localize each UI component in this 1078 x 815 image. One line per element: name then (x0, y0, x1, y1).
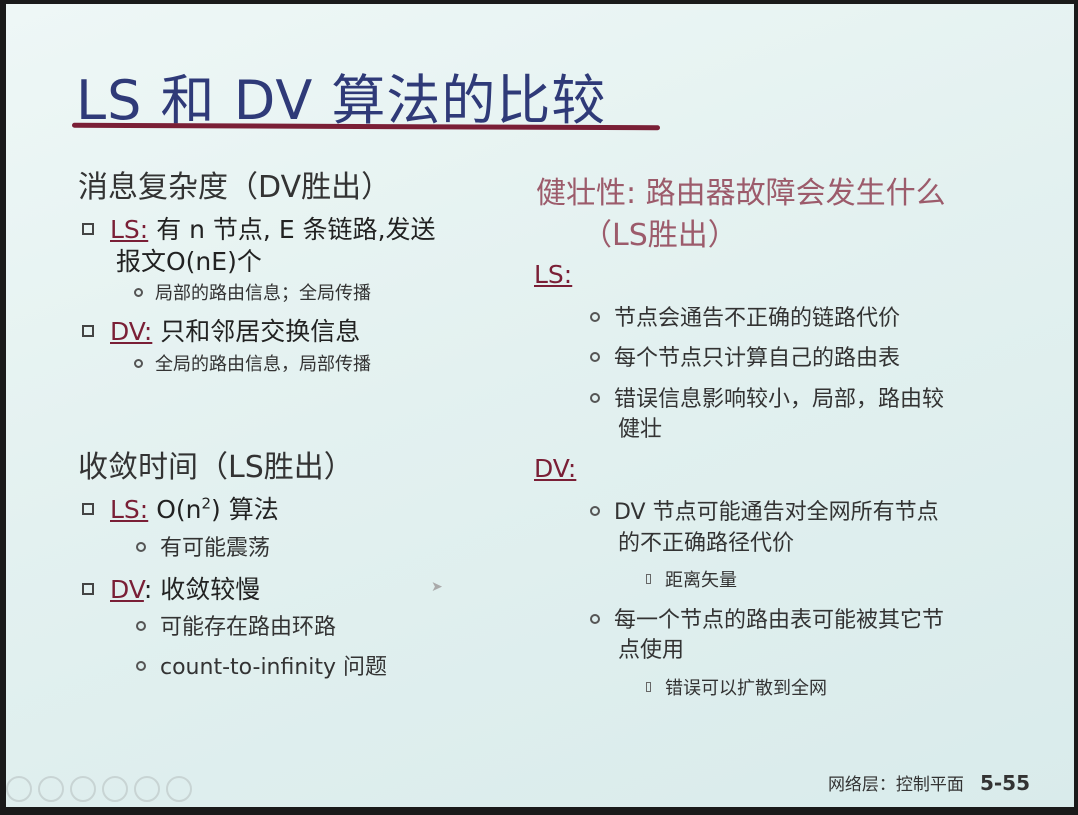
convergence-heading: 收敛时间（LS胜出） (78, 450, 354, 485)
circle-bullet-icon (590, 614, 600, 624)
robust-ls-item-1: 节点会通告不正确的链路代价 (590, 300, 900, 332)
circle-bullet-icon (590, 312, 600, 322)
circle-bullet-icon (590, 506, 600, 516)
conv-ls-sub: 有可能震荡 (136, 530, 270, 562)
message-complexity-heading: 消息复杂度（DV胜出） (78, 170, 392, 205)
robust-ls-label: LS: (534, 260, 573, 289)
robust-dv-item-2: 每一个节点的路由表可能被其它节 (590, 602, 944, 634)
msg-ls-text: 有 n 节点, E 条链路,发送 (156, 215, 436, 244)
robust-dv-item-2-cont: 点使用 (618, 638, 685, 663)
conv-ls-bullet: LS: O(n2) 算法 (82, 490, 279, 526)
conv-dv-label: DV (110, 575, 144, 604)
pen-icon[interactable] (70, 776, 96, 802)
conv-dv-sub2: count-to-infinity 问题 (136, 649, 387, 681)
msg-dv-bullet: DV: 只和邻居交换信息 (82, 312, 360, 348)
circle-bullet-icon (136, 661, 146, 671)
robust-dv-item-1: DV 节点可能通告对全网所有节点 (590, 494, 939, 526)
conv-ls-text: O(n2) 算法 (156, 494, 279, 524)
footer-section: 网络层：控制平面 (827, 775, 964, 795)
robust-dv-item-1-sub: 距离矢量 (646, 566, 737, 592)
square-bullet-icon (82, 583, 94, 595)
msg-ls-sub: 局部的路由信息；全局传播 (134, 279, 371, 305)
slide-footer: 网络层：控制平面 5-55 (828, 770, 1030, 795)
msg-ls-bullet: LS: 有 n 节点, E 条链路,发送 (82, 210, 436, 246)
circle-bullet-icon (136, 542, 146, 552)
conv-dv-sub1: 可能存在路由环路 (136, 609, 336, 641)
menu-icon[interactable] (102, 776, 128, 802)
circle-bullet-icon (590, 352, 600, 362)
play-icon[interactable] (38, 776, 64, 802)
mouse-cursor-icon: ➤ (431, 579, 443, 595)
robust-dv-label: DV: (534, 454, 577, 483)
square-bullet-icon (82, 223, 94, 235)
robust-dv-item-2-sub: 错误可以扩散到全网 (646, 674, 827, 700)
conv-ls-label: LS: (110, 495, 149, 524)
circle-bullet-icon (590, 393, 600, 403)
conv-dv-bullet: DV: 收敛较慢 (82, 570, 260, 606)
player-controls[interactable] (6, 776, 198, 806)
robust-ls-item-2: 每个节点只计算自己的路由表 (590, 340, 900, 372)
robust-ls-item-3: 错误信息影响较小，局部，路由较 (590, 381, 944, 413)
circle-bullet-icon (136, 621, 146, 631)
msg-dv-text: 只和邻居交换信息 (160, 317, 361, 346)
msg-dv-sub: 全局的路由信息，局部传播 (134, 350, 371, 376)
circle-bullet-icon (134, 287, 143, 297)
dash-bullet-icon (646, 682, 651, 692)
robust-ls-item-3-cont: 健壮 (618, 417, 663, 442)
robustness-heading-cont: （LS胜出） (582, 218, 738, 253)
zoom-icon[interactable] (134, 776, 160, 802)
robustness-heading: 健壮性: 路由器故障会发生什么 (536, 176, 946, 211)
square-bullet-icon (82, 325, 94, 337)
msg-ls-text-cont: 报文O(nE)个 (116, 247, 262, 276)
slide: LS 和 DV 算法的比较 消息复杂度（DV胜出） LS: 有 n 节点, E … (6, 4, 1074, 807)
conv-dv-text: : 收敛较慢 (143, 575, 261, 604)
circle-bullet-icon (134, 358, 143, 368)
minus-icon[interactable] (166, 776, 192, 802)
prev-icon[interactable] (6, 776, 32, 802)
dv-label: DV: (110, 317, 153, 346)
page-number: 5-55 (979, 771, 1030, 795)
square-bullet-icon (82, 503, 94, 515)
ls-label: LS: (110, 215, 149, 244)
dash-bullet-icon (646, 574, 651, 584)
robust-dv-item-1-cont: 的不正确路径代价 (618, 531, 795, 556)
